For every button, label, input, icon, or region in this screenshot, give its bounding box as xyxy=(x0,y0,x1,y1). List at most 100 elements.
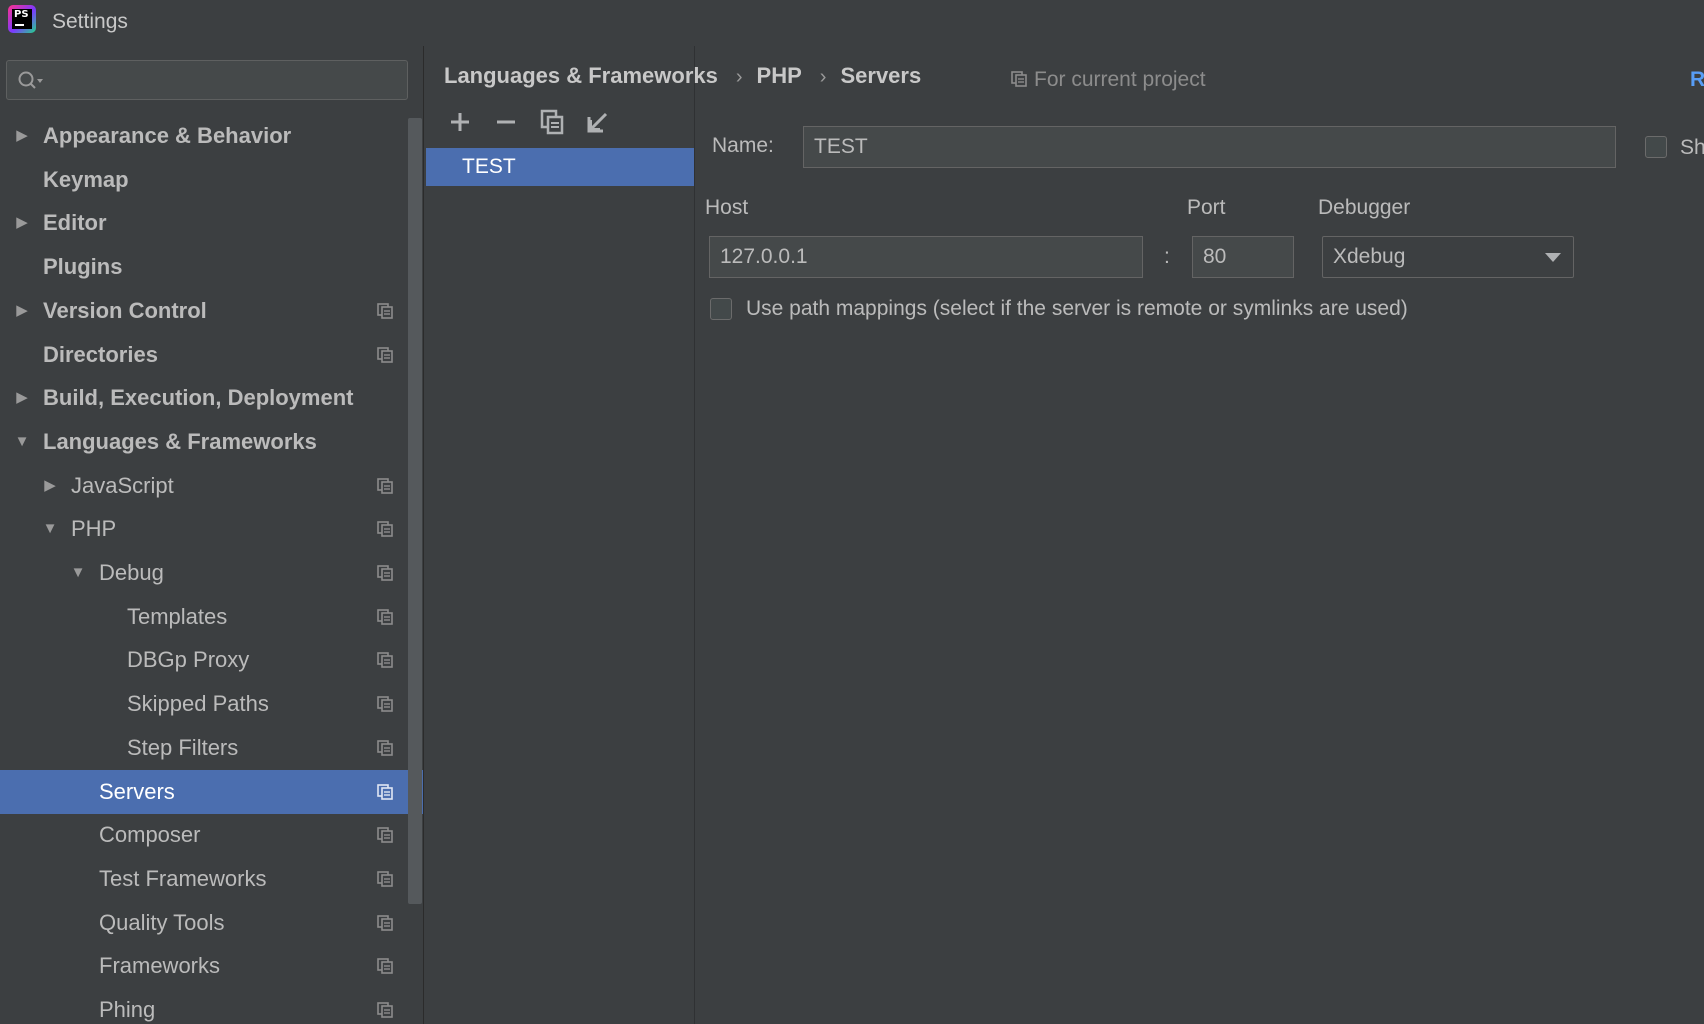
chevron-down-icon[interactable]: ▼ xyxy=(13,420,31,464)
tree-item-label: Languages & Frameworks xyxy=(43,429,317,454)
tree-item-label: Servers xyxy=(99,779,175,804)
tree-item-label: Frameworks xyxy=(99,953,221,978)
tree-item-keymap[interactable]: Keymap xyxy=(0,158,423,202)
tree-item-version-control[interactable]: ▶ Version Control xyxy=(0,289,423,333)
project-scope-icon xyxy=(377,478,393,494)
shared-checkbox-label: Sh xyxy=(1680,136,1704,159)
tree-item-plugins[interactable]: Plugins xyxy=(0,245,423,289)
project-scope-icon xyxy=(377,740,393,756)
project-scope-icon xyxy=(377,565,393,581)
tree-item-build-execution-deployment[interactable]: ▶ Build, Execution, Deployment xyxy=(0,376,423,420)
breadcrumb-languages-frameworks[interactable]: Languages & Frameworks xyxy=(444,63,718,88)
tree-item-editor[interactable]: ▶ Editor xyxy=(0,201,423,245)
tree-item-servers[interactable]: Servers xyxy=(0,770,423,814)
chevron-right-icon[interactable]: ▶ xyxy=(13,289,31,333)
project-scope-icon xyxy=(377,871,393,887)
project-scope-icon xyxy=(377,958,393,974)
project-scope-icon xyxy=(377,696,393,712)
chevron-right-icon[interactable]: ▶ xyxy=(13,114,31,158)
chevron-right-icon[interactable]: ▶ xyxy=(13,376,31,420)
project-scope-icon xyxy=(377,303,393,319)
tree-item-debug[interactable]: ▼ Debug xyxy=(0,551,423,595)
for-current-project: For current project xyxy=(1010,62,1206,98)
tree-item-label: Quality Tools xyxy=(99,910,225,935)
tree-item-languages-frameworks[interactable]: ▼ Languages & Frameworks xyxy=(0,420,423,464)
tree-item-appearance-behavior[interactable]: ▶ Appearance & Behavior xyxy=(0,114,423,158)
project-scope-icon xyxy=(377,521,393,537)
tree-item-label: PHP xyxy=(71,516,117,541)
chevron-down-icon[interactable]: ▼ xyxy=(69,551,87,595)
settings-tree-panel: ▶ Appearance & Behavior Keymap ▶ Editor Plugi… xyxy=(0,46,424,1024)
host-field[interactable]: 127.0.0.1 xyxy=(709,236,1143,278)
server-name-field[interactable]: TEST xyxy=(803,126,1616,168)
tree-item-test-frameworks[interactable]: Test Frameworks xyxy=(0,857,423,901)
tree-item-frameworks[interactable]: Frameworks xyxy=(0,944,423,988)
add-icon[interactable] xyxy=(446,108,474,136)
title-bar: PS Settings xyxy=(0,0,1704,46)
tree-item-label: Keymap xyxy=(43,167,129,192)
chevron-down-icon[interactable]: ▼ xyxy=(41,507,59,551)
project-scope-icon xyxy=(377,347,393,363)
window-title: Settings xyxy=(52,10,128,33)
tree-item-directories[interactable]: Directories xyxy=(0,333,423,377)
tree-item-label: Test Frameworks xyxy=(99,866,267,891)
tree-item-php[interactable]: ▼ PHP xyxy=(0,507,423,551)
tree-item-label: Directories xyxy=(43,342,158,367)
import-icon[interactable] xyxy=(584,108,612,136)
project-scope-icon xyxy=(377,915,393,931)
tree-item-label: Build, Execution, Deployment xyxy=(43,385,354,410)
tree-item-phing[interactable]: Phing xyxy=(0,988,423,1024)
debugger-selected-value: Xdebug xyxy=(1333,245,1406,268)
servers-list-panel: TEST xyxy=(424,46,695,1024)
reset-link[interactable]: R xyxy=(1690,62,1704,98)
tree-item-label: Composer xyxy=(99,822,201,847)
tree-item-javascript[interactable]: ▶ JavaScript xyxy=(0,464,423,508)
breadcrumb-php[interactable]: PHP xyxy=(757,63,802,88)
debugger-select[interactable]: Xdebug xyxy=(1322,236,1574,278)
path-mappings-label[interactable]: Use path mappings (select if the server … xyxy=(746,297,1408,321)
tree-item-quality-tools[interactable]: Quality Tools xyxy=(0,901,423,945)
project-scope-icon xyxy=(377,609,393,625)
tree-item-composer[interactable]: Composer xyxy=(0,813,423,857)
path-mappings-checkbox[interactable] xyxy=(710,298,732,320)
port-label: Port xyxy=(1187,196,1226,219)
tree-item-label: Phing xyxy=(99,997,156,1022)
search-icon xyxy=(18,71,43,89)
port-separator: : xyxy=(1164,245,1170,268)
breadcrumb: Languages & Frameworks › PHP › Servers xyxy=(444,58,921,94)
tree-item-label: Debug xyxy=(99,560,164,585)
tree-item-dbgp-proxy[interactable]: DBGp Proxy xyxy=(0,638,423,682)
tree-item-label: JavaScript xyxy=(71,473,174,498)
chevron-right-icon[interactable]: ▶ xyxy=(13,201,31,245)
name-label: Name: xyxy=(712,134,774,157)
debugger-label: Debugger xyxy=(1318,196,1411,219)
breadcrumb-separator: › xyxy=(735,66,743,88)
tree-item-step-filters[interactable]: Step Filters xyxy=(0,726,423,770)
copy-icon[interactable] xyxy=(538,108,566,136)
phpstorm-logo-icon: PS xyxy=(8,5,36,33)
tree-item-label: Editor xyxy=(43,210,107,235)
for-current-project-label: For current project xyxy=(1034,68,1206,91)
tree-item-label: Templates xyxy=(127,604,228,629)
port-field[interactable]: 80 xyxy=(1192,236,1294,278)
project-scope-icon xyxy=(377,784,393,800)
remove-icon[interactable] xyxy=(492,108,520,136)
host-label: Host xyxy=(705,196,749,219)
breadcrumb-separator: › xyxy=(819,66,827,88)
app-logo-text: PS xyxy=(12,9,32,29)
tree-item-label: Plugins xyxy=(43,254,123,279)
server-list-item[interactable]: TEST xyxy=(426,148,694,186)
tree-scrollbar[interactable] xyxy=(408,118,422,904)
chevron-right-icon[interactable]: ▶ xyxy=(41,464,59,508)
tree-item-skipped-paths[interactable]: Skipped Paths xyxy=(0,682,423,726)
tree-item-label: DBGp Proxy xyxy=(127,647,250,672)
tree-item-templates[interactable]: Templates xyxy=(0,595,423,639)
tree-item-label: Version Control xyxy=(43,298,207,323)
chevron-down-icon xyxy=(1545,253,1561,262)
tree-item-label: Step Filters xyxy=(127,735,239,760)
settings-search-input[interactable] xyxy=(6,60,408,100)
project-scope-icon xyxy=(1011,71,1027,87)
shared-checkbox[interactable] xyxy=(1645,136,1667,158)
server-item-label: TEST xyxy=(462,155,516,178)
project-scope-icon xyxy=(377,652,393,668)
